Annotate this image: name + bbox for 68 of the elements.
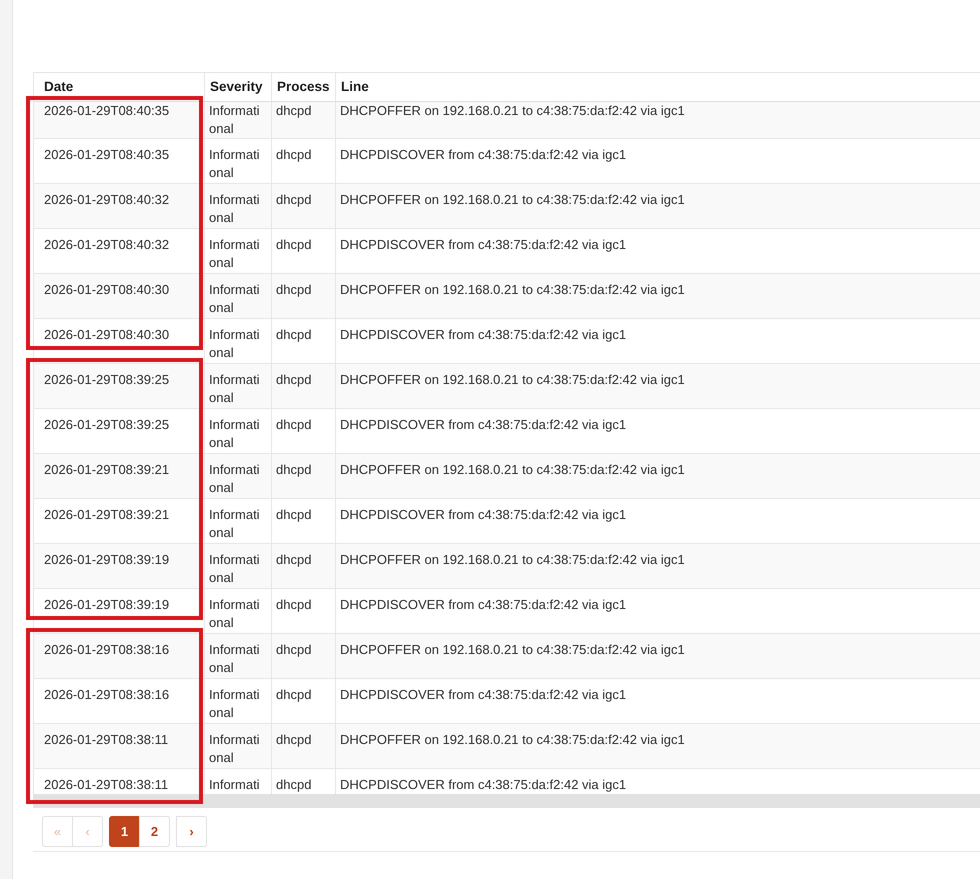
table-cell: DHCPOFFER on 192.168.0.21 to c4:38:75:da:f2:42 via igc1 bbox=[335, 364, 980, 408]
table-cell: DHCPOFFER on 192.168.0.21 to c4:38:75:da:f2:42 via igc1 bbox=[335, 102, 980, 138]
table-cell: Informational bbox=[204, 544, 271, 588]
table-cell: Informational bbox=[204, 409, 271, 453]
table-cell: DHCPOFFER on 192.168.0.21 to c4:38:75:da:f2:42 via igc1 bbox=[335, 184, 980, 228]
table-cell: Informational bbox=[204, 589, 271, 633]
table-cell: DHCPOFFER on 192.168.0.21 to c4:38:75:da:f2:42 via igc1 bbox=[335, 544, 980, 588]
next-page-button[interactable]: › bbox=[176, 816, 207, 847]
table-cell: Informational bbox=[204, 274, 271, 318]
scrollbar[interactable] bbox=[33, 794, 980, 808]
table-cell: dhcpd bbox=[271, 679, 335, 723]
table-cell: 2026-01-29T08:40:35 bbox=[33, 139, 204, 183]
table-cell: dhcpd bbox=[271, 454, 335, 498]
table-cell: dhcpd bbox=[271, 364, 335, 408]
table-cell: dhcpd bbox=[271, 589, 335, 633]
table-cell: dhcpd bbox=[271, 274, 335, 318]
table-cell: dhcpd bbox=[271, 634, 335, 678]
table-cell: Informational bbox=[204, 454, 271, 498]
table-cell: Informational bbox=[204, 499, 271, 543]
table-cell: dhcpd bbox=[271, 409, 335, 453]
table-cell: Informational bbox=[204, 184, 271, 228]
table-cell: Informational bbox=[204, 319, 271, 363]
table-cell: 2026-01-29T08:40:30 bbox=[33, 274, 204, 318]
table-cell: DHCPDISCOVER from c4:38:75:da:f2:42 via igc1 bbox=[335, 679, 980, 723]
table-cell: 2026-01-29T08:40:32 bbox=[33, 229, 204, 273]
table-cell: 2026-01-29T08:39:19 bbox=[33, 544, 204, 588]
table-cell: DHCPDISCOVER from c4:38:75:da:f2:42 via igc1 bbox=[335, 229, 980, 273]
table-cell: DHCPOFFER on 192.168.0.21 to c4:38:75:da:f2:42 via igc1 bbox=[335, 274, 980, 318]
table-cell: dhcpd bbox=[271, 102, 335, 138]
table-cell: dhcpd bbox=[271, 319, 335, 363]
page-button[interactable]: 2 bbox=[139, 816, 170, 847]
table-cell: DHCPDISCOVER from c4:38:75:da:f2:42 via igc1 bbox=[335, 409, 980, 453]
table-cell: DHCPOFFER on 192.168.0.21 to c4:38:75:da:f2:42 via igc1 bbox=[335, 634, 980, 678]
table-cell: 2026-01-29T08:40:35 bbox=[33, 102, 204, 138]
table-cell: DHCPOFFER on 192.168.0.21 to c4:38:75:da:f2:42 via igc1 bbox=[335, 454, 980, 498]
column-header[interactable]: Severity bbox=[204, 73, 271, 101]
table-cell: DHCPDISCOVER from c4:38:75:da:f2:42 via igc1 bbox=[335, 499, 980, 543]
table-cell: DHCPDISCOVER from c4:38:75:da:f2:42 via igc1 bbox=[335, 139, 980, 183]
table-cell: dhcpd bbox=[271, 139, 335, 183]
table-cell: DHCPDISCOVER from c4:38:75:da:f2:42 via igc1 bbox=[335, 589, 980, 633]
table-cell: Informational bbox=[204, 102, 271, 138]
table-cell: 2026-01-29T08:38:16 bbox=[33, 634, 204, 678]
table-cell: DHCPDISCOVER from c4:38:75:da:f2:42 via igc1 bbox=[335, 319, 980, 363]
table-cell: 2026-01-29T08:39:25 bbox=[33, 364, 204, 408]
table-cell: 2026-01-29T08:40:30 bbox=[33, 319, 204, 363]
table-cell: dhcpd bbox=[271, 544, 335, 588]
page-button[interactable]: 1 bbox=[109, 816, 140, 847]
table-cell: Informational bbox=[204, 139, 271, 183]
table-cell: dhcpd bbox=[271, 724, 335, 768]
table-cell: Informational bbox=[204, 724, 271, 768]
table-cell: Informational bbox=[204, 364, 271, 408]
column-header[interactable]: Date bbox=[33, 73, 204, 101]
table-cell: Informational bbox=[204, 634, 271, 678]
table-cell: dhcpd bbox=[271, 184, 335, 228]
table-cell: 2026-01-29T08:39:19 bbox=[33, 589, 204, 633]
column-header[interactable]: Process bbox=[271, 73, 335, 101]
table-cell: 2026-01-29T08:38:11 bbox=[33, 724, 204, 768]
table-cell: 2026-01-29T08:39:21 bbox=[33, 499, 204, 543]
table-cell: 2026-01-29T08:39:21 bbox=[33, 454, 204, 498]
table-cell: dhcpd bbox=[271, 229, 335, 273]
table-cell: Informational bbox=[204, 679, 271, 723]
table-cell: 2026-01-29T08:38:16 bbox=[33, 679, 204, 723]
table-cell: 2026-01-29T08:39:25 bbox=[33, 409, 204, 453]
table-cell: Informational bbox=[204, 229, 271, 273]
table-cell: 2026-01-29T08:40:32 bbox=[33, 184, 204, 228]
table-cell: DHCPOFFER on 192.168.0.21 to c4:38:75:da:f2:42 via igc1 bbox=[335, 724, 980, 768]
table-cell: dhcpd bbox=[271, 499, 335, 543]
column-header[interactable]: Line bbox=[335, 73, 980, 101]
